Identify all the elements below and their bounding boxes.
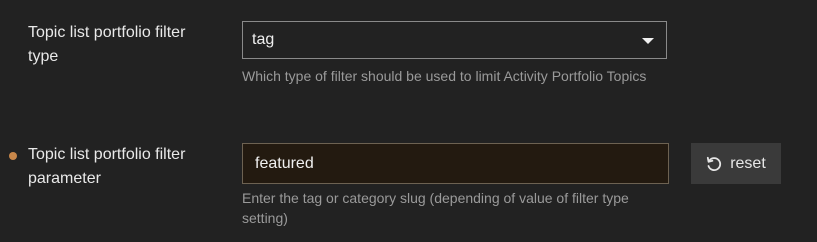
setting-description: Enter the tag or category slug (dependin… <box>242 190 629 226</box>
setting-description: Which type of filter should be used to l… <box>242 68 647 84</box>
caret-down-icon[interactable] <box>642 38 654 44</box>
setting-row-filter-parameter: Topic list portfolio filter parameter re… <box>0 120 817 242</box>
setting-label: Topic list portfolio filter parameter <box>28 146 186 187</box>
setting-row-filter-type: Topic list portfolio filter type tag Whi… <box>0 0 817 120</box>
overridden-indicator-icon <box>9 152 17 160</box>
setting-label: Topic list portfolio filter type <box>28 24 186 65</box>
reset-label: reset <box>730 154 766 172</box>
filter-parameter-input[interactable] <box>242 143 669 184</box>
select-value: tag <box>252 31 275 48</box>
filter-type-select[interactable]: tag <box>242 21 667 59</box>
undo-icon <box>707 156 722 171</box>
reset-button[interactable]: reset <box>691 143 781 184</box>
